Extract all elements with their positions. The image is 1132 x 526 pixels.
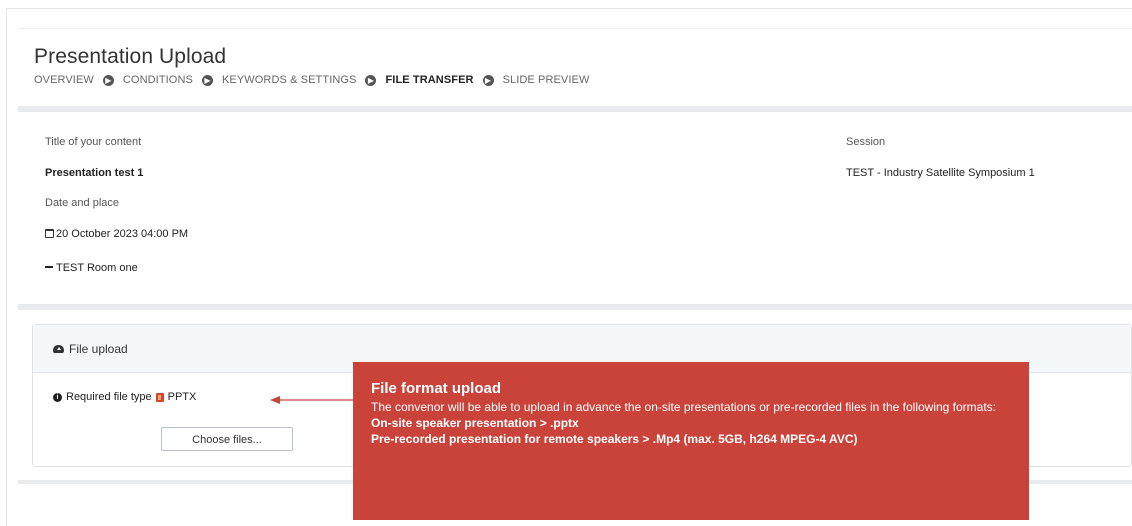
section-divider [18, 304, 1132, 310]
callout-arrow [270, 396, 354, 404]
file-upload-title: File upload [69, 342, 128, 356]
callout-body: The convenor will be able to upload in a… [371, 400, 997, 414]
required-type: PPTX [167, 391, 197, 403]
required-file-type: i Required file type PPTX [53, 391, 196, 403]
annotation-callout: File format upload The convenor will be … [353, 362, 1029, 520]
date-label: Date and place [45, 197, 119, 209]
info-icon: i [53, 392, 62, 402]
chevron-right-icon: ▶ [482, 74, 494, 86]
required-label: Required file type [66, 391, 152, 403]
chevron-right-icon: ▶ [102, 74, 114, 86]
chevron-right-icon: ▶ [365, 74, 377, 86]
step-navigation: OVERVIEW ▶ CONDITIONS ▶ KEYWORDS & SETTI… [34, 74, 589, 86]
file-upload-title-row: File upload [53, 342, 128, 356]
room-row: TEST Room one [45, 262, 138, 274]
section-divider [18, 106, 1132, 112]
step-conditions[interactable]: CONDITIONS [123, 74, 193, 86]
callout-line-onsite: On-site speaker presentation > .pptx [371, 416, 579, 430]
date-value: 20 October 2023 04:00 PM [56, 228, 189, 240]
room-value: TEST Room one [56, 262, 138, 274]
choose-files-button[interactable]: Choose files... [161, 427, 293, 451]
session-label: Session [846, 136, 886, 148]
location-dash-icon [45, 266, 53, 268]
content-info-panel: Title of your content Presentation test … [18, 114, 1132, 304]
step-overview[interactable]: OVERVIEW [34, 74, 94, 86]
date-row: 20 October 2023 04:00 PM [45, 228, 188, 240]
top-divider [6, 8, 1132, 9]
title-label: Title of your content [45, 136, 142, 148]
cloud-upload-icon [53, 345, 64, 353]
chevron-right-icon: ▶ [201, 74, 213, 86]
calendar-icon [45, 229, 54, 238]
left-divider [6, 8, 7, 526]
step-file-transfer[interactable]: FILE TRANSFER [385, 74, 473, 86]
page: Presentation Upload OVERVIEW ▶ CONDITION… [0, 0, 1132, 526]
powerpoint-icon [155, 392, 164, 402]
callout-title: File format upload [371, 380, 502, 397]
callout-line-prerecorded: Pre-recorded presentation for remote spe… [371, 432, 858, 446]
page-header: Presentation Upload OVERVIEW ▶ CONDITION… [18, 28, 1132, 109]
step-slide-preview[interactable]: SLIDE PREVIEW [503, 74, 590, 86]
title-value: Presentation test 1 [45, 167, 144, 179]
page-title: Presentation Upload [34, 45, 227, 68]
session-value: TEST - Industry Satellite Symposium 1 [846, 167, 1035, 179]
step-keywords-settings[interactable]: KEYWORDS & SETTINGS [222, 74, 357, 86]
